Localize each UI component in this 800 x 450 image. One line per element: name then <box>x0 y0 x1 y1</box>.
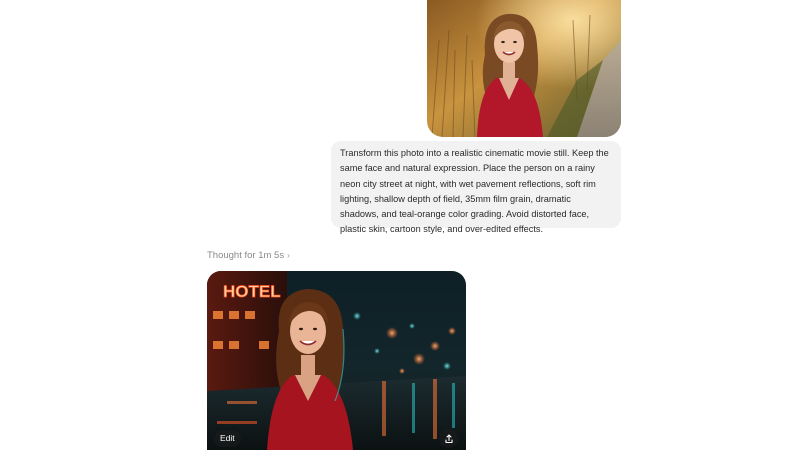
edit-button[interactable]: Edit <box>214 430 241 447</box>
chat-page: Transform this photo into a realistic ci… <box>0 0 800 450</box>
thought-label: Thought for 1m 5s <box>207 250 285 261</box>
chevron-right-icon: › <box>287 251 290 260</box>
hotel-sign: HOTEL <box>223 282 281 301</box>
thought-toggle[interactable]: Thought for 1m 5s › <box>207 250 290 261</box>
user-message-bubble: Transform this photo into a realistic ci… <box>331 141 621 234</box>
share-icon <box>444 433 453 443</box>
share-button[interactable] <box>439 429 458 448</box>
generated-image[interactable]: HOTEL <box>207 271 466 450</box>
user-uploaded-image[interactable] <box>427 0 621 137</box>
